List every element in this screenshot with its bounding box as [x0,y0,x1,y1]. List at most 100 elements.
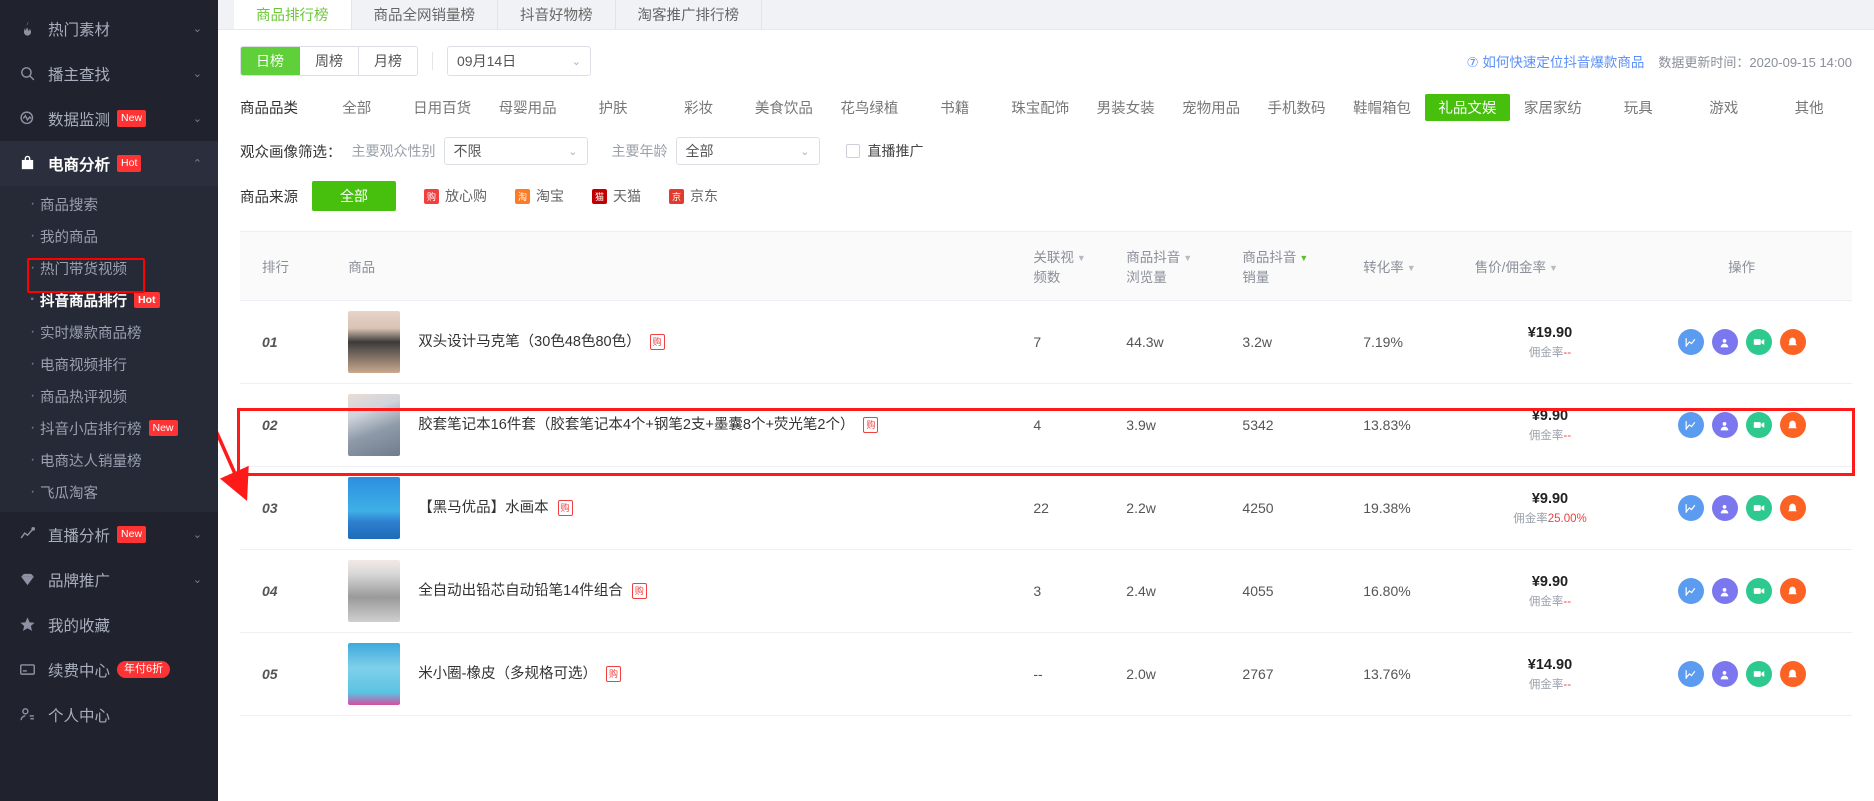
sidebar-item-ecommerce-video-rank[interactable]: 电商视频排行 [0,348,218,380]
period-weekly-button[interactable]: 周榜 [300,47,359,75]
sidebar-item-douyin-shop-rank[interactable]: 抖音小店排行榜 New [0,412,218,444]
video-icon[interactable] [1745,495,1772,521]
period-daily-button[interactable]: 日榜 [241,47,300,75]
alert-icon[interactable] [1779,495,1806,521]
sidebar-group-personal-center[interactable]: 个人中心 [0,692,218,737]
sort-down-icon[interactable]: ▼ [1077,253,1086,263]
sidebar-item-my-products[interactable]: 我的商品 [0,220,218,252]
sidebar-item-realtime-hot-products[interactable]: 实时爆款商品榜 [0,316,218,348]
gender-select[interactable]: 不限 ⌄ [443,137,588,165]
tab-全网-sales-ranking[interactable]: 商品全网销量榜 [351,0,498,29]
sidebar-group-ecommerce-analysis[interactable]: 电商分析 Hot ⌃ [0,141,218,186]
video-icon[interactable] [1745,329,1772,355]
category-item-food-drink[interactable]: 美食饮品 [741,94,826,121]
product-name[interactable]: 【黑马优品】水画本 [418,499,549,518]
source-item-jd[interactable]: 京 京东 [669,186,718,206]
sidebar-group-renewal-center[interactable]: 续费中心 年付6折 [0,647,218,692]
table-row[interactable]: 02 胶套笔记本16件套（胶套笔记本4个+钢笔2支+墨囊8个+荧光笔2个） 购 … [240,383,1852,467]
sidebar-group-hot-materials[interactable]: 热门素材 ⌄ [0,6,218,51]
product-name[interactable]: 胶套笔记本16件套（胶套笔记本4个+钢笔2支+墨囊8个+荧光笔2个） [418,416,854,435]
alert-icon[interactable] [1779,661,1806,687]
category-item-mobile-digital[interactable]: 手机数码 [1254,94,1339,121]
col-video-count[interactable]: 关联视 ▼ 频数 [1027,232,1121,301]
col-price-commission[interactable]: 售价/佣金率 ▼ [1468,232,1632,301]
live-promo-checkbox[interactable] [845,144,860,158]
sidebar-item-ecommerce-expert-sales[interactable]: 电商达人销量榜 [0,444,218,476]
product-thumbnail[interactable] [348,394,401,456]
alert-icon[interactable] [1779,578,1806,604]
category-item-toys[interactable]: 玩具 [1596,94,1681,121]
source-item-taobao[interactable]: 淘 淘宝 [515,186,564,206]
period-monthly-button[interactable]: 月榜 [359,47,417,75]
source-item-tmall[interactable]: 猫 天猫 [592,186,641,206]
category-item-jewelry[interactable]: 珠宝配饰 [998,94,1083,121]
product-thumbnail[interactable] [348,560,401,622]
sort-down-icon[interactable]: ▼ [1549,263,1558,273]
sidebar-group-data-monitor[interactable]: 数据监测 New ⌄ [0,96,218,141]
alert-icon[interactable] [1779,412,1806,438]
sidebar-item-feigua-taoke[interactable]: 飞瓜淘客 [0,476,218,508]
audience-icon[interactable] [1711,578,1738,604]
product-thumbnail[interactable] [348,311,401,373]
sidebar-item-hot-sales-videos[interactable]: 热门带货视频 [0,252,218,284]
audience-icon[interactable] [1711,329,1738,355]
col-conversion[interactable]: 转化率 ▼ [1357,232,1469,301]
category-item-gifts-entertainment[interactable]: 礼品文娱 [1424,94,1511,121]
source-all-button[interactable]: 全部 [312,181,396,211]
category-item-games[interactable]: 游戏 [1681,94,1766,121]
audience-icon[interactable] [1711,412,1738,438]
date-picker[interactable]: 09月14日 ⌄ [447,46,591,76]
tab-douyin-goods-ranking[interactable]: 抖音好物榜 [498,0,616,29]
category-item-home-textiles[interactable]: 家居家纺 [1510,94,1595,121]
table-row[interactable]: 05 米小圈-橡皮（多规格可选） 购 -- 2.0w 2767 13.76% ¥… [240,632,1852,716]
sidebar-group-host-search[interactable]: 播主查找 ⌄ [0,51,218,96]
sort-down-icon[interactable]: ▼ [1407,263,1416,273]
sidebar-group-my-favorites[interactable]: 我的收藏 [0,602,218,647]
category-item-plants[interactable]: 花鸟绿植 [827,94,912,121]
table-row[interactable]: 04 全自动出铅芯自动铅笔14件组合 购 3 2.4w 4055 16.80% [240,549,1852,633]
sidebar-item-product-hot-reviews[interactable]: 商品热评视频 [0,380,218,412]
audience-icon[interactable] [1711,661,1738,687]
sidebar-group-live-analysis[interactable]: 直播分析 New ⌄ [0,512,218,557]
table-row[interactable]: 03 【黑马优品】水画本 购 22 2.2w 4250 19.38% ¥9.90… [240,466,1852,550]
category-item-daily-goods[interactable]: 日用百货 [399,94,484,121]
product-name[interactable]: 米小圈-橡皮（多规格可选） [418,665,597,684]
category-item-all[interactable]: 全部 [314,94,399,121]
trend-chart-icon[interactable] [1677,495,1704,521]
tab-taoke-promotion-ranking[interactable]: 淘客推广排行榜 [615,0,762,29]
category-item-books[interactable]: 书籍 [912,94,997,121]
help-link[interactable]: ⑦ 如何快速定位抖音爆款商品 [1466,51,1644,71]
category-item-pet-supplies[interactable]: 宠物用品 [1168,94,1253,121]
tab-product-ranking[interactable]: 商品排行榜 [234,0,352,29]
video-icon[interactable] [1745,412,1772,438]
category-item-shoes-bags[interactable]: 鞋帽箱包 [1339,94,1424,121]
table-row[interactable]: 01 双头设计马克笔（30色48色80色） 购 7 44.3w 3.2w 7.1… [240,300,1852,384]
product-thumbnail[interactable] [348,643,401,705]
col-sales[interactable]: 商品抖音 ▼ 销量 [1236,232,1358,301]
category-item-skincare[interactable]: 护肤 [570,94,655,121]
category-item-other[interactable]: 其他 [1766,94,1851,121]
sort-down-icon[interactable]: ▼ [1299,253,1308,263]
live-promo-checkbox-wrap[interactable]: 直播推广 [845,141,924,161]
sidebar-item-douyin-product-rank[interactable]: 抖音商品排行 Hot [0,284,218,316]
video-icon[interactable] [1745,661,1772,687]
trend-chart-icon[interactable] [1677,578,1704,604]
product-name[interactable]: 双头设计马克笔（30色48色80色） [418,333,640,352]
category-item-clothing[interactable]: 男装女装 [1083,94,1168,121]
audience-icon[interactable] [1711,495,1738,521]
sort-down-icon[interactable]: ▼ [1183,253,1192,263]
col-views[interactable]: 商品抖音 ▼ 浏览量 [1120,232,1237,301]
product-name[interactable]: 全自动出铅芯自动铅笔14件组合 [418,582,623,601]
age-select[interactable]: 全部 ⌄ [675,137,820,165]
category-item-maternal-baby[interactable]: 母婴用品 [485,94,570,121]
product-thumbnail[interactable] [348,477,401,539]
video-icon[interactable] [1745,578,1772,604]
sidebar-group-brand-promotion[interactable]: 品牌推广 ⌄ [0,557,218,602]
alert-icon[interactable] [1779,329,1806,355]
category-item-makeup[interactable]: 彩妆 [656,94,741,121]
trend-chart-icon[interactable] [1677,661,1704,687]
trend-chart-icon[interactable] [1677,412,1704,438]
trend-chart-icon[interactable] [1677,329,1704,355]
sidebar-item-product-search[interactable]: 商品搜索 [0,188,218,220]
source-item-fangxingou[interactable]: 购 放心购 [424,186,487,206]
